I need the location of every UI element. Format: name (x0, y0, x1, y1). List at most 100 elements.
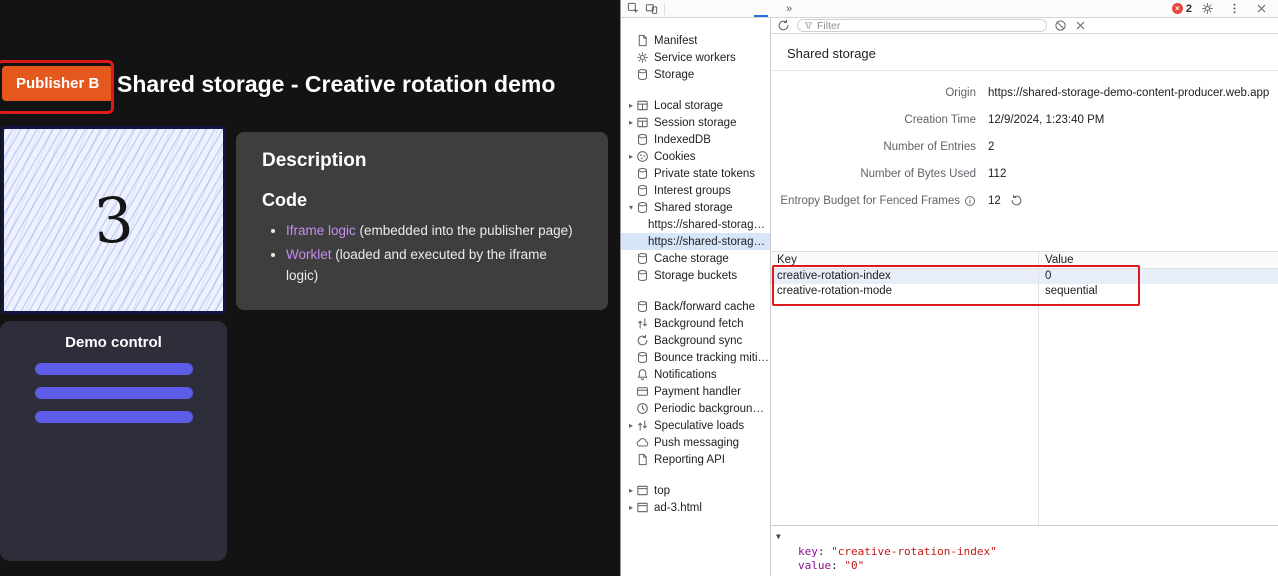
item-icon (636, 402, 649, 415)
item-icon (636, 368, 649, 381)
sidebar-item[interactable]: Cache storage (621, 250, 770, 267)
refresh-icon[interactable] (777, 19, 790, 32)
delete-all-icon[interactable] (1054, 19, 1067, 32)
sidebar-item[interactable]: Back/forward cache (621, 298, 770, 315)
twisty-icon[interactable]: ▸ (626, 152, 636, 161)
code-link[interactable]: Worklet (286, 247, 332, 262)
sidebar-section-header (621, 284, 770, 298)
twisty-icon[interactable]: ▸ (626, 101, 636, 110)
entry-key: creative-rotation-mode (771, 284, 1039, 299)
devtools-tab[interactable] (698, 0, 712, 17)
rotation-mode-button[interactable] (35, 363, 193, 375)
twisty-expanded-icon[interactable]: ▼ (776, 532, 781, 541)
devtools-window: » ×2 Manifest Service workers Storage ▸Loca… (620, 0, 1278, 576)
item-icon (636, 317, 649, 330)
devtools-tab[interactable] (712, 0, 726, 17)
metadata-row: Number of Bytes Used 112 (771, 160, 1278, 187)
twisty-icon[interactable]: ▸ (626, 421, 636, 430)
metadata-label: Number of Bytes Used (771, 168, 976, 180)
datagrid-body: creative-rotation-index0creative-rotatio… (771, 269, 1278, 525)
rotation-mode-button[interactable] (35, 387, 193, 399)
sidebar-item[interactable]: Service workers (621, 49, 770, 66)
metadata-value: 2 (988, 141, 994, 153)
delete-selected-icon[interactable] (1074, 19, 1087, 32)
top-nav (4, 15, 16, 30)
code-list-item: Worklet (loaded and executed by the ifra… (286, 245, 582, 287)
sidebar-origin-item[interactable]: https://shared-storage-d... (621, 233, 770, 250)
sidebar-item-label: Payment handler (654, 386, 741, 398)
preview-summary[interactable]: ▼ (776, 529, 1278, 545)
ad-creative-frame[interactable]: 3 (1, 126, 226, 314)
more-tabs-icon[interactable]: » (782, 3, 796, 15)
storage-entry-row[interactable]: creative-rotation-index0 (771, 269, 1278, 284)
preview-string: "0" (844, 559, 864, 572)
code-link[interactable]: Iframe logic (286, 223, 356, 238)
devtools-tabs (670, 0, 782, 17)
metadata-label: Creation Time (771, 114, 976, 126)
sidebar-item[interactable]: Push messaging (621, 434, 770, 451)
issues-badge[interactable]: ×2 (1172, 3, 1192, 15)
filter-input[interactable]: Filter (797, 19, 1047, 32)
rotation-mode-button[interactable] (35, 411, 193, 423)
sidebar-item[interactable]: ▸Speculative loads (621, 417, 770, 434)
tabbar-right-actions: ×2 (1172, 2, 1278, 15)
column-divider[interactable] (1038, 269, 1039, 525)
sidebar-item[interactable]: ▸top (621, 482, 770, 499)
sidebar-item[interactable]: Background fetch (621, 315, 770, 332)
item-icon (636, 184, 649, 197)
sidebar-item[interactable]: Storage (621, 66, 770, 83)
preview-property-line: key: "creative-rotation-index" (776, 545, 1278, 560)
column-header-key[interactable]: Key (771, 252, 1039, 268)
sidebar-item[interactable]: ▾Shared storage (621, 199, 770, 216)
item-icon (636, 300, 649, 313)
sidebar-item[interactable]: ▸Local storage (621, 97, 770, 114)
item-icon (636, 484, 649, 497)
sidebar-item[interactable]: IndexedDB (621, 131, 770, 148)
sidebar-item[interactable]: Payment handler (621, 383, 770, 400)
twisty-icon[interactable]: ▾ (626, 203, 636, 212)
sidebar-item[interactable]: Storage buckets (621, 267, 770, 284)
preview-string: "creative-rotation-index" (831, 545, 997, 558)
sidebar-item[interactable]: Periodic background s... (621, 400, 770, 417)
twisty-icon[interactable]: ▸ (626, 503, 636, 512)
twisty-icon[interactable]: ▸ (626, 118, 636, 127)
sidebar-item[interactable]: ▸ad-3.html (621, 499, 770, 516)
sidebar-item-label: Interest groups (654, 185, 731, 197)
sidebar-item[interactable]: Background sync (621, 332, 770, 349)
preview-prop-name: value (798, 559, 831, 572)
devtools-tab[interactable] (684, 0, 698, 17)
sidebar-item[interactable]: Bounce tracking mitiga... (621, 349, 770, 366)
reset-budget-icon[interactable] (1010, 194, 1023, 207)
device-toolbar-icon[interactable] (645, 2, 658, 15)
sidebar-item[interactable]: Private state tokens (621, 165, 770, 182)
sidebar-item-label: Push messaging (654, 437, 739, 449)
sidebar-origin-item[interactable]: https://shared-storage-d... (621, 216, 770, 233)
sidebar-item-label: Reporting API (654, 454, 725, 466)
close-devtools-icon[interactable] (1255, 2, 1268, 15)
devtools-tab[interactable] (740, 0, 754, 17)
settings-gear-icon[interactable] (1201, 2, 1214, 15)
item-icon (636, 501, 649, 514)
column-header-value[interactable]: Value (1039, 252, 1278, 268)
datagrid-header: Key Value (771, 252, 1278, 269)
sidebar-item[interactable]: ▸Session storage (621, 114, 770, 131)
twisty-icon[interactable]: ▸ (626, 486, 636, 495)
sidebar-item-label: Service workers (654, 52, 736, 64)
sidebar-item-label: Background sync (654, 335, 742, 347)
inspect-element-icon[interactable] (627, 2, 640, 15)
devtools-tab[interactable] (754, 0, 768, 17)
sidebar-item[interactable]: Notifications (621, 366, 770, 383)
devtools-tab[interactable] (670, 0, 684, 17)
kebab-menu-icon[interactable] (1228, 2, 1241, 15)
storage-entry-row[interactable]: creative-rotation-modesequential (771, 284, 1278, 299)
storage-title: Shared storage (771, 34, 1278, 71)
sidebar-item[interactable]: Interest groups (621, 182, 770, 199)
devtools-tab[interactable] (726, 0, 740, 17)
sidebar-item[interactable]: Manifest (621, 32, 770, 49)
sidebar-item[interactable]: Reporting API (621, 451, 770, 468)
code-list-item: Iframe logic (embedded into the publishe… (286, 221, 582, 242)
item-icon (636, 252, 649, 265)
devtools-tab[interactable] (768, 0, 782, 17)
item-icon (636, 133, 649, 146)
sidebar-item[interactable]: ▸Cookies (621, 148, 770, 165)
